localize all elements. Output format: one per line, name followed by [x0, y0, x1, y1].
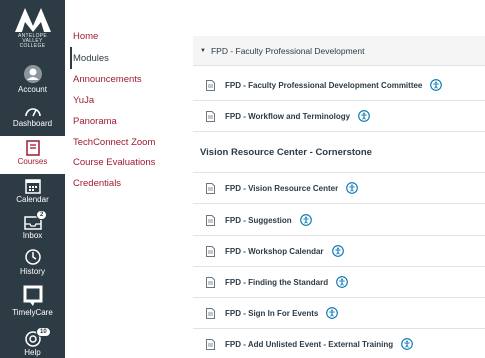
course-nav-announcements[interactable]: Announcements [73, 74, 142, 85]
module-item-title[interactable]: FPD - Faculty Professional Development C… [225, 81, 422, 90]
course-nav-credentials[interactable]: Credentials [73, 178, 121, 189]
page-icon [203, 307, 217, 319]
caret-down-icon[interactable]: ▼ [200, 48, 206, 54]
module-item-title[interactable]: FPD - Sign In For Events [225, 309, 318, 318]
logo-line-3: COLLEGE [19, 43, 46, 49]
nav-courses[interactable]: Courses [0, 136, 65, 174]
nav-timelycare[interactable]: TimelyCare [0, 285, 65, 317]
course-navigation: Home Modules Announcements YuJa Panorama… [65, 0, 185, 358]
nav-inbox-label: Inbox [22, 231, 43, 240]
module-subheader: Vision Resource Center - Cornerstone [193, 133, 485, 173]
page-icon [203, 182, 217, 194]
accessibility-icon[interactable] [326, 307, 339, 319]
course-nav-modules[interactable]: Modules [73, 53, 109, 64]
module-item[interactable]: FPD - Finding the Standard [193, 267, 485, 298]
course-nav-home[interactable]: Home [73, 31, 98, 42]
module-item-title[interactable]: FPD - Finding the Standard [225, 278, 328, 287]
global-navigation: ANTELOPE VALLEY COLLEGE Account Dashboar… [0, 0, 65, 358]
course-nav-panorama[interactable]: Panorama [73, 116, 117, 127]
module-item[interactable]: FPD - Faculty Professional Development C… [193, 70, 485, 101]
timelycare-icon [23, 285, 42, 306]
nav-account[interactable]: Account [0, 64, 65, 94]
nav-dashboard[interactable]: Dashboard [0, 104, 65, 128]
accessibility-icon[interactable] [430, 79, 443, 91]
nav-dashboard-label: Dashboard [12, 119, 53, 128]
nav-help[interactable]: 10 Help [0, 327, 65, 357]
module-item-title[interactable]: FPD - Add Unlisted Event - External Trai… [225, 340, 393, 349]
nav-courses-label: Courses [17, 157, 48, 166]
nav-help-label: Help [24, 348, 41, 357]
accessibility-icon[interactable] [336, 276, 348, 288]
accessibility-icon[interactable] [299, 214, 312, 226]
page-icon [203, 338, 217, 350]
module-item[interactable]: FPD - Workshop Calendar [193, 236, 485, 267]
courses-icon [25, 140, 40, 156]
module-item[interactable]: FPD - Suggestion [193, 205, 485, 236]
active-indicator [70, 47, 72, 69]
nav-account-label: Account [18, 85, 47, 94]
accessibility-icon[interactable] [401, 338, 414, 350]
module-header[interactable]: ▼ FPD - Faculty Professional Development [193, 36, 485, 66]
accessibility-icon[interactable] [346, 182, 359, 194]
module-item-title[interactable]: FPD - Vision Resource Center [225, 184, 338, 193]
module-item[interactable]: FPD - Workflow and Terminology [193, 101, 485, 132]
nav-history[interactable]: History [0, 248, 65, 276]
page-icon [203, 214, 217, 226]
module-item[interactable]: FPD - Add Unlisted Event - External Trai… [193, 329, 485, 358]
module-item-title[interactable]: FPD - Workshop Calendar [225, 247, 324, 256]
course-nav-techconnect-zoom[interactable]: TechConnect Zoom [73, 137, 155, 148]
nav-inbox[interactable]: 2 Inbox [0, 210, 65, 240]
page-icon [203, 245, 217, 257]
module-item-title[interactable]: FPD - Workflow and Terminology [225, 112, 350, 121]
nav-timelycare-label: TimelyCare [12, 308, 53, 317]
course-nav-yuja[interactable]: YuJa [73, 95, 94, 106]
module-item[interactable]: FPD - Vision Resource Center [193, 173, 485, 204]
logo-mark [14, 8, 51, 32]
page-icon [203, 79, 217, 91]
nav-calendar[interactable]: Calendar [0, 178, 65, 204]
calendar-icon [24, 179, 41, 194]
account-icon [23, 65, 42, 83]
inbox-badge: 2 [36, 210, 48, 220]
page-icon [203, 110, 217, 122]
module-item-title[interactable]: FPD - Suggestion [225, 216, 292, 225]
course-nav-course-evaluations[interactable]: Course Evaluations [73, 157, 155, 168]
module-item[interactable]: FPD - Sign In For Events [193, 298, 485, 329]
page-icon [203, 276, 217, 288]
history-icon [24, 249, 41, 265]
accessibility-icon[interactable] [358, 110, 370, 122]
dashboard-icon [24, 108, 41, 117]
nav-history-label: History [20, 267, 45, 276]
module-title: FPD - Faculty Professional Development [210, 45, 365, 56]
nav-calendar-label: Calendar [16, 195, 49, 204]
accessibility-icon[interactable] [331, 245, 344, 257]
help-badge: 10 [36, 327, 51, 337]
college-logo[interactable]: ANTELOPE VALLEY COLLEGE [4, 6, 61, 58]
